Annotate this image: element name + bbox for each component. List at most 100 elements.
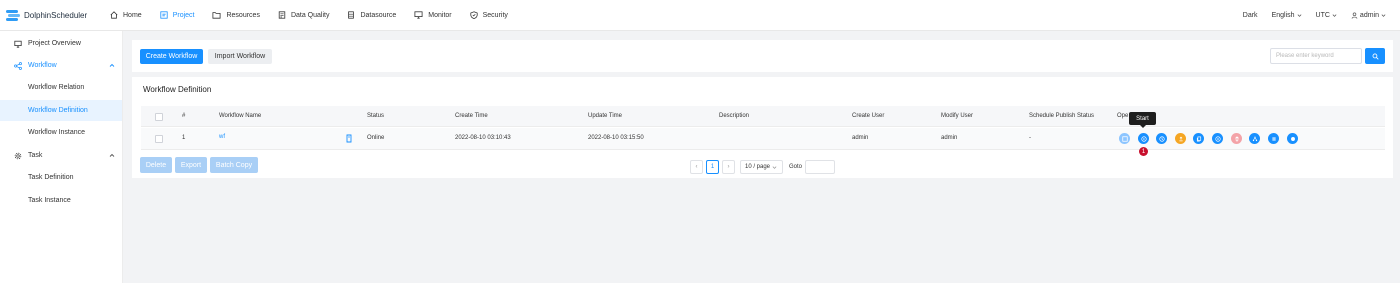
cron-manage-icon <box>1214 135 1221 142</box>
cron-manage-button[interactable] <box>1212 133 1223 144</box>
nav-item-label: Home <box>123 11 142 19</box>
col-description: Description <box>719 113 750 119</box>
main-nav: Home Project Resources Data Quality Data… <box>101 0 517 31</box>
copy-name-icon[interactable] <box>346 134 352 143</box>
prev-page-button[interactable]: ‹ <box>690 160 703 174</box>
app-name: DolphinScheduler <box>24 10 88 20</box>
annotation-badge: 1 <box>1139 147 1148 156</box>
tree-icon <box>1252 136 1257 141</box>
row-checkbox[interactable] <box>155 135 163 143</box>
col-create-user: Create User <box>852 113 885 119</box>
user-name: admin <box>1359 12 1379 19</box>
start-tooltip: Start <box>1129 112 1156 128</box>
app-logo[interactable]: DolphinScheduler <box>5 7 97 23</box>
sidebar-item-project-overview[interactable]: Project Overview <box>0 33 122 54</box>
folder-icon <box>212 12 221 19</box>
nav-item-datasource[interactable]: Datasource <box>338 0 405 31</box>
page-1-button[interactable]: 1 <box>706 160 719 174</box>
col-modify-user: Modify User <box>941 113 974 119</box>
sidebar-item-label: Workflow Instance <box>28 129 86 136</box>
goto-page-input[interactable] <box>805 160 835 174</box>
sidebar-item-task[interactable]: Task <box>0 145 122 166</box>
goto-label: Goto <box>789 164 803 170</box>
toolbar-card <box>132 40 1393 72</box>
nav-item-label: Data Quality <box>290 11 330 19</box>
chevron-down-icon <box>1381 14 1386 17</box>
sidebar-item-workflow[interactable]: Workflow <box>0 55 122 76</box>
chevron-down-icon <box>1297 14 1301 17</box>
import-workflow-button[interactable]: Import Workflow <box>208 49 272 64</box>
sidebar-item-workflow-definition[interactable]: Workflow Definition <box>0 100 122 121</box>
sidebar-item-label: Task Instance <box>28 197 71 204</box>
chevron-up-icon <box>109 153 115 157</box>
search-button[interactable] <box>1365 48 1385 64</box>
nav-item-security[interactable]: Security <box>461 0 517 31</box>
next-page-button[interactable]: › <box>722 160 735 174</box>
nav-item-label: Datasource <box>360 11 397 19</box>
col-schedule-publish-status: Schedule Publish Status <box>1029 113 1095 119</box>
theme-toggle[interactable]: Dark <box>1243 12 1258 19</box>
version-info-button[interactable] <box>1287 133 1298 144</box>
sidebar-item-label: Task Definition <box>28 174 74 181</box>
nav-item-data-quality[interactable]: Data Quality <box>269 0 339 31</box>
sidebar: Project Overview Workflow Workflow Relat… <box>0 31 123 283</box>
batch-copy-button[interactable]: Batch Copy <box>210 157 258 173</box>
delete-button[interactable] <box>1231 133 1242 144</box>
nav-item-label: Resources <box>226 11 260 19</box>
delete-icon <box>1235 136 1238 141</box>
timezone-selector[interactable]: UTC <box>1316 12 1337 19</box>
nav-item-resources[interactable]: Resources <box>203 0 268 31</box>
monitor-icon <box>414 11 423 19</box>
sidebar-item-label: Workflow Relation <box>28 84 85 91</box>
chevron-down-icon <box>1332 14 1337 17</box>
nav-item-label: Monitor <box>428 11 452 19</box>
nav-item-project[interactable]: Project <box>151 0 204 31</box>
row-modify-user: admin <box>941 135 958 141</box>
page-size-value: 10 / page <box>745 164 771 170</box>
sidebar-item-task-instance[interactable]: Task Instance <box>0 190 122 211</box>
select-all-checkbox[interactable] <box>155 113 163 121</box>
row-update-time: 2022-08-10 03:15:50 <box>588 135 644 141</box>
user-icon <box>1351 12 1358 19</box>
dolphinscheduler-logo-icon <box>6 10 20 21</box>
timezone-label: UTC <box>1315 12 1330 19</box>
search-input[interactable]: Please enter keyword <box>1270 48 1362 64</box>
start-icon <box>1140 135 1147 142</box>
col-status: Status <box>367 113 385 119</box>
sidebar-item-label: Workflow Definition <box>28 107 88 114</box>
data-quality-icon <box>278 11 286 19</box>
row-index: 1 <box>182 135 186 141</box>
copy-workflow-button[interactable] <box>1193 133 1204 144</box>
export-button[interactable] <box>1268 133 1279 144</box>
row-create-time: 2022-08-10 03:10:43 <box>455 135 511 141</box>
delete-selected-button[interactable]: Delete <box>140 157 172 173</box>
database-icon <box>348 11 355 19</box>
sidebar-item-task-definition[interactable]: Task Definition <box>0 167 122 188</box>
row-schedule-status: - <box>1029 135 1031 141</box>
online-button[interactable] <box>1175 133 1186 144</box>
shield-icon <box>470 11 478 19</box>
export-icon <box>1271 137 1276 140</box>
nav-item-home[interactable]: Home <box>101 0 151 31</box>
copy-icon <box>1196 136 1201 141</box>
user-menu[interactable]: admin <box>1351 12 1386 19</box>
workflow-name-link[interactable]: wf <box>219 134 225 140</box>
start-button[interactable] <box>1138 133 1149 144</box>
create-workflow-button[interactable]: Create Workflow <box>140 49 203 64</box>
chevron-down-icon <box>772 165 777 169</box>
home-icon <box>110 11 118 19</box>
sidebar-item-workflow-instance[interactable]: Workflow Instance <box>0 122 122 143</box>
language-selector[interactable]: English <box>1272 12 1302 19</box>
page-size-select[interactable]: 10 / page <box>740 160 783 174</box>
timing-icon <box>1158 135 1165 142</box>
sidebar-item-workflow-relation[interactable]: Workflow Relation <box>0 77 122 98</box>
search-icon <box>1372 53 1379 60</box>
tree-view-button[interactable] <box>1249 133 1260 144</box>
online-icon <box>1178 136 1183 141</box>
nav-item-monitor[interactable]: Monitor <box>405 0 460 31</box>
top-right-controls: Dark English UTC admin <box>1243 0 1386 31</box>
export-selected-button[interactable]: Export <box>175 157 207 173</box>
top-navigation-bar: DolphinScheduler Home Project Resources … <box>0 0 1400 31</box>
timing-button[interactable] <box>1156 133 1167 144</box>
edit-button[interactable] <box>1119 133 1130 144</box>
